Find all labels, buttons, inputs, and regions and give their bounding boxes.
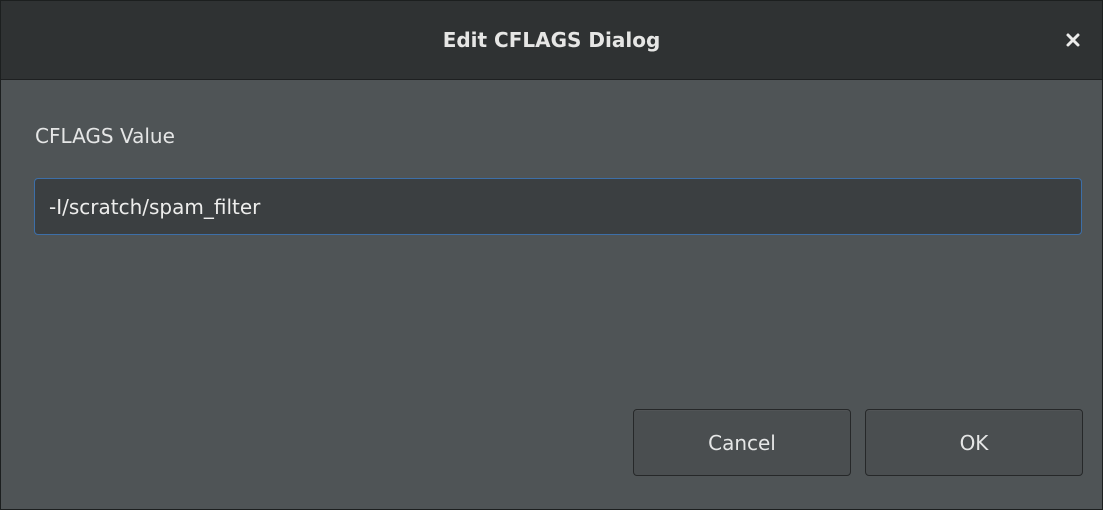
ok-button[interactable]: OK	[865, 409, 1083, 476]
close-icon	[1066, 33, 1080, 47]
cflags-value-label: CFLAGS Value	[35, 124, 175, 148]
close-button[interactable]	[1060, 27, 1086, 53]
dialog-titlebar: Edit CFLAGS Dialog	[1, 1, 1102, 80]
edit-cflags-dialog: Edit CFLAGS Dialog CFLAGS Value Cancel O…	[0, 0, 1103, 510]
cflags-value-input[interactable]	[34, 178, 1082, 235]
dialog-title: Edit CFLAGS Dialog	[442, 28, 661, 52]
cancel-button[interactable]: Cancel	[633, 409, 851, 476]
